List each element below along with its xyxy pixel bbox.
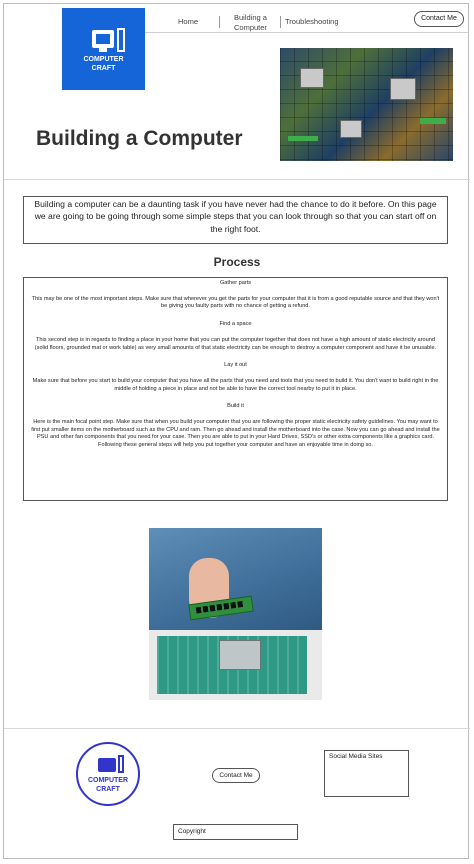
logo-text: COMPUTER CRAFT xyxy=(62,55,145,73)
cpu-socket xyxy=(340,120,362,138)
monitor-icon xyxy=(92,30,114,48)
nav-building-line2: Computer xyxy=(234,23,267,32)
nav-troubleshooting-link[interactable]: Troubleshooting xyxy=(285,17,339,26)
step-title: Build it xyxy=(227,403,244,410)
cpu-socket xyxy=(300,68,324,88)
nav-underline xyxy=(145,32,469,33)
step-title: Find a space xyxy=(219,321,252,328)
nav-building-link[interactable]: Building a Computer xyxy=(234,13,278,33)
tower-icon xyxy=(117,28,125,52)
social-media-box: Social Media Sites xyxy=(324,750,409,797)
step-body: Here is the main focal point step. Make … xyxy=(31,419,440,449)
nav-separator xyxy=(219,16,220,28)
step-body: This second step is in regards to findin… xyxy=(34,336,437,351)
footer-logo-text: COMPUTER CRAFT xyxy=(78,776,138,794)
footer-divider xyxy=(4,728,470,729)
step-title: Gather parts xyxy=(219,280,252,286)
cpu-socket xyxy=(390,78,416,100)
step-body: This may be one of the most important st… xyxy=(31,295,440,310)
section-divider xyxy=(4,179,470,180)
footer-logo[interactable]: COMPUTER CRAFT xyxy=(76,742,140,806)
cpu-socket xyxy=(219,640,261,670)
footer-contact-button[interactable]: Contact Me xyxy=(212,768,260,783)
step-title: Lay it out xyxy=(224,362,247,369)
ram-slot xyxy=(288,136,318,141)
footer-logo-line1: COMPUTER xyxy=(87,777,129,784)
process-box: Gather parts This may be one of the most… xyxy=(23,277,448,501)
tower-icon xyxy=(118,755,124,773)
copyright-box: Copyright xyxy=(173,824,298,840)
ram-and-motherboard-photo xyxy=(149,528,322,700)
contact-me-button[interactable]: Contact Me xyxy=(414,11,464,27)
page-title: Building a Computer xyxy=(36,127,243,150)
logo-text-line1: COMPUTER xyxy=(83,56,124,63)
motherboards-photo xyxy=(280,48,453,161)
footer-logo-line2: CRAFT xyxy=(96,786,120,793)
logo[interactable]: COMPUTER CRAFT xyxy=(62,8,145,90)
intro-box: Building a computer can be a daunting ta… xyxy=(23,196,448,244)
ram-slot xyxy=(420,118,446,124)
monitor-icon xyxy=(98,758,116,772)
monitor-stand xyxy=(99,48,107,52)
nav-home-link[interactable]: Home xyxy=(178,17,198,26)
photo-background xyxy=(149,528,322,630)
logo-text-line2: CRAFT xyxy=(91,65,116,72)
process-heading: Process xyxy=(213,255,261,269)
nav-separator xyxy=(280,16,281,28)
step-body: Make sure that before you start to build… xyxy=(32,377,439,392)
nav-building-line1: Building a xyxy=(234,13,267,22)
